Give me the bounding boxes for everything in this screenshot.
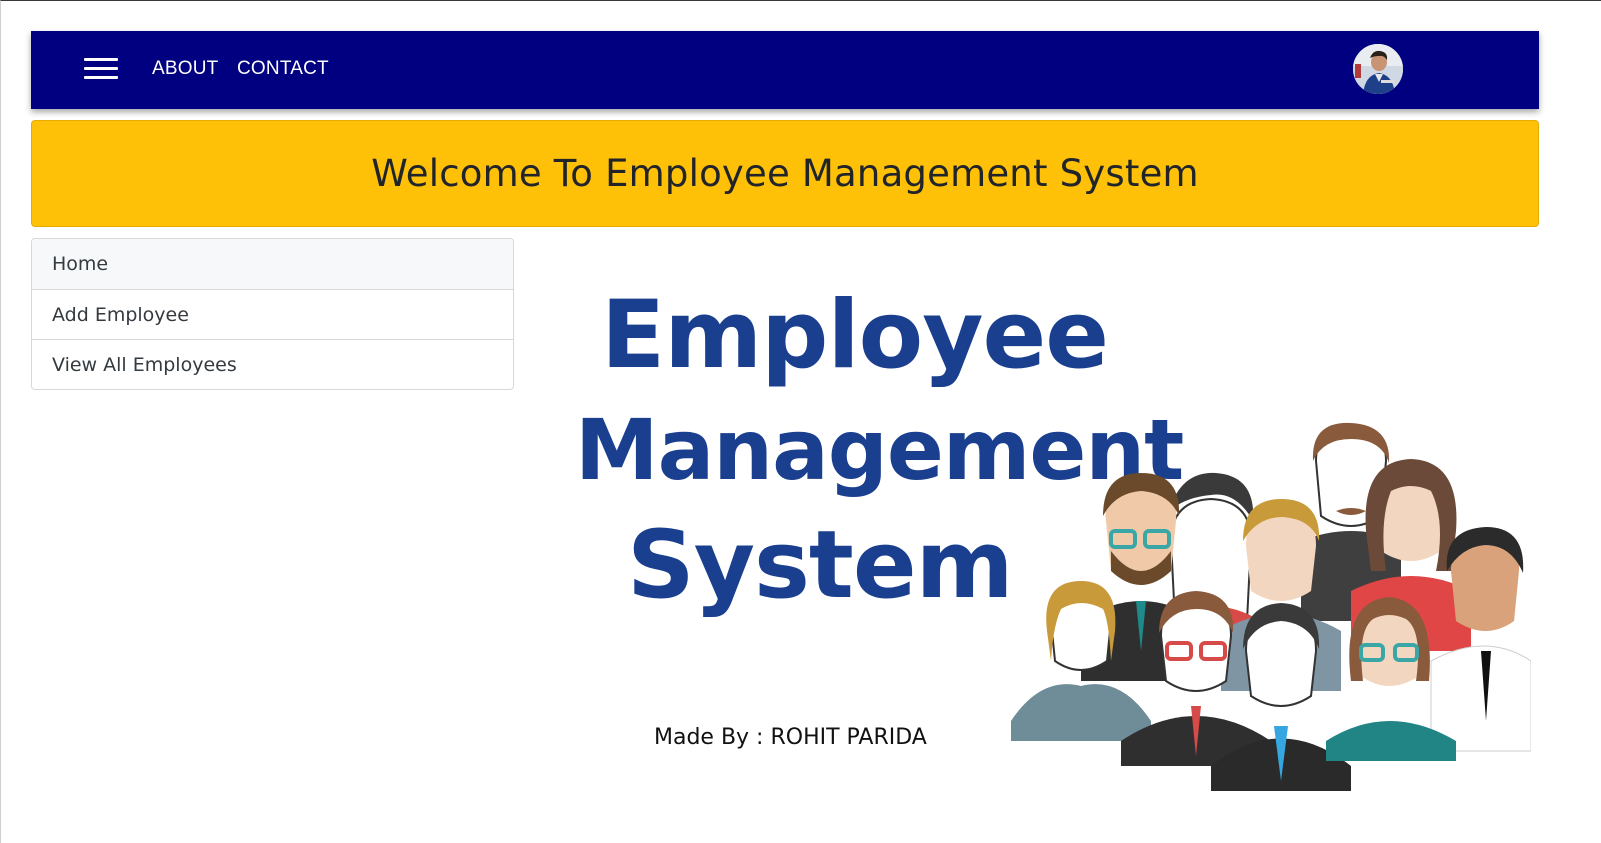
welcome-banner: Welcome To Employee Management System: [31, 120, 1539, 227]
hero-image: Employee Management System Made By : ROH…: [561, 271, 1541, 811]
hero-title-line-1: Employee: [601, 281, 1109, 390]
top-navbar: ABOUT CONTACT: [31, 31, 1539, 109]
sidebar-item-add-employee[interactable]: Add Employee: [32, 289, 513, 339]
author-credit: Made By : ROHIT PARIDA: [654, 725, 927, 750]
user-avatar[interactable]: [1353, 44, 1403, 94]
welcome-title: Welcome To Employee Management System: [371, 152, 1199, 195]
nav-link-contact[interactable]: CONTACT: [237, 58, 329, 80]
sidebar-item-home[interactable]: Home: [32, 239, 513, 289]
hero-title-line-3: System: [627, 511, 1014, 620]
avatar-icon: [1353, 44, 1403, 94]
hamburger-menu-icon[interactable]: [84, 58, 119, 84]
page: ABOUT CONTACT Welcome To Employee Manage…: [0, 0, 1601, 843]
employee-group-illustration: [1011, 422, 1531, 791]
sidebar-item-view-all-employees[interactable]: View All Employees: [32, 339, 513, 389]
sidebar-menu: Home Add Employee View All Employees: [31, 238, 514, 390]
nav-link-about[interactable]: ABOUT: [152, 58, 218, 80]
